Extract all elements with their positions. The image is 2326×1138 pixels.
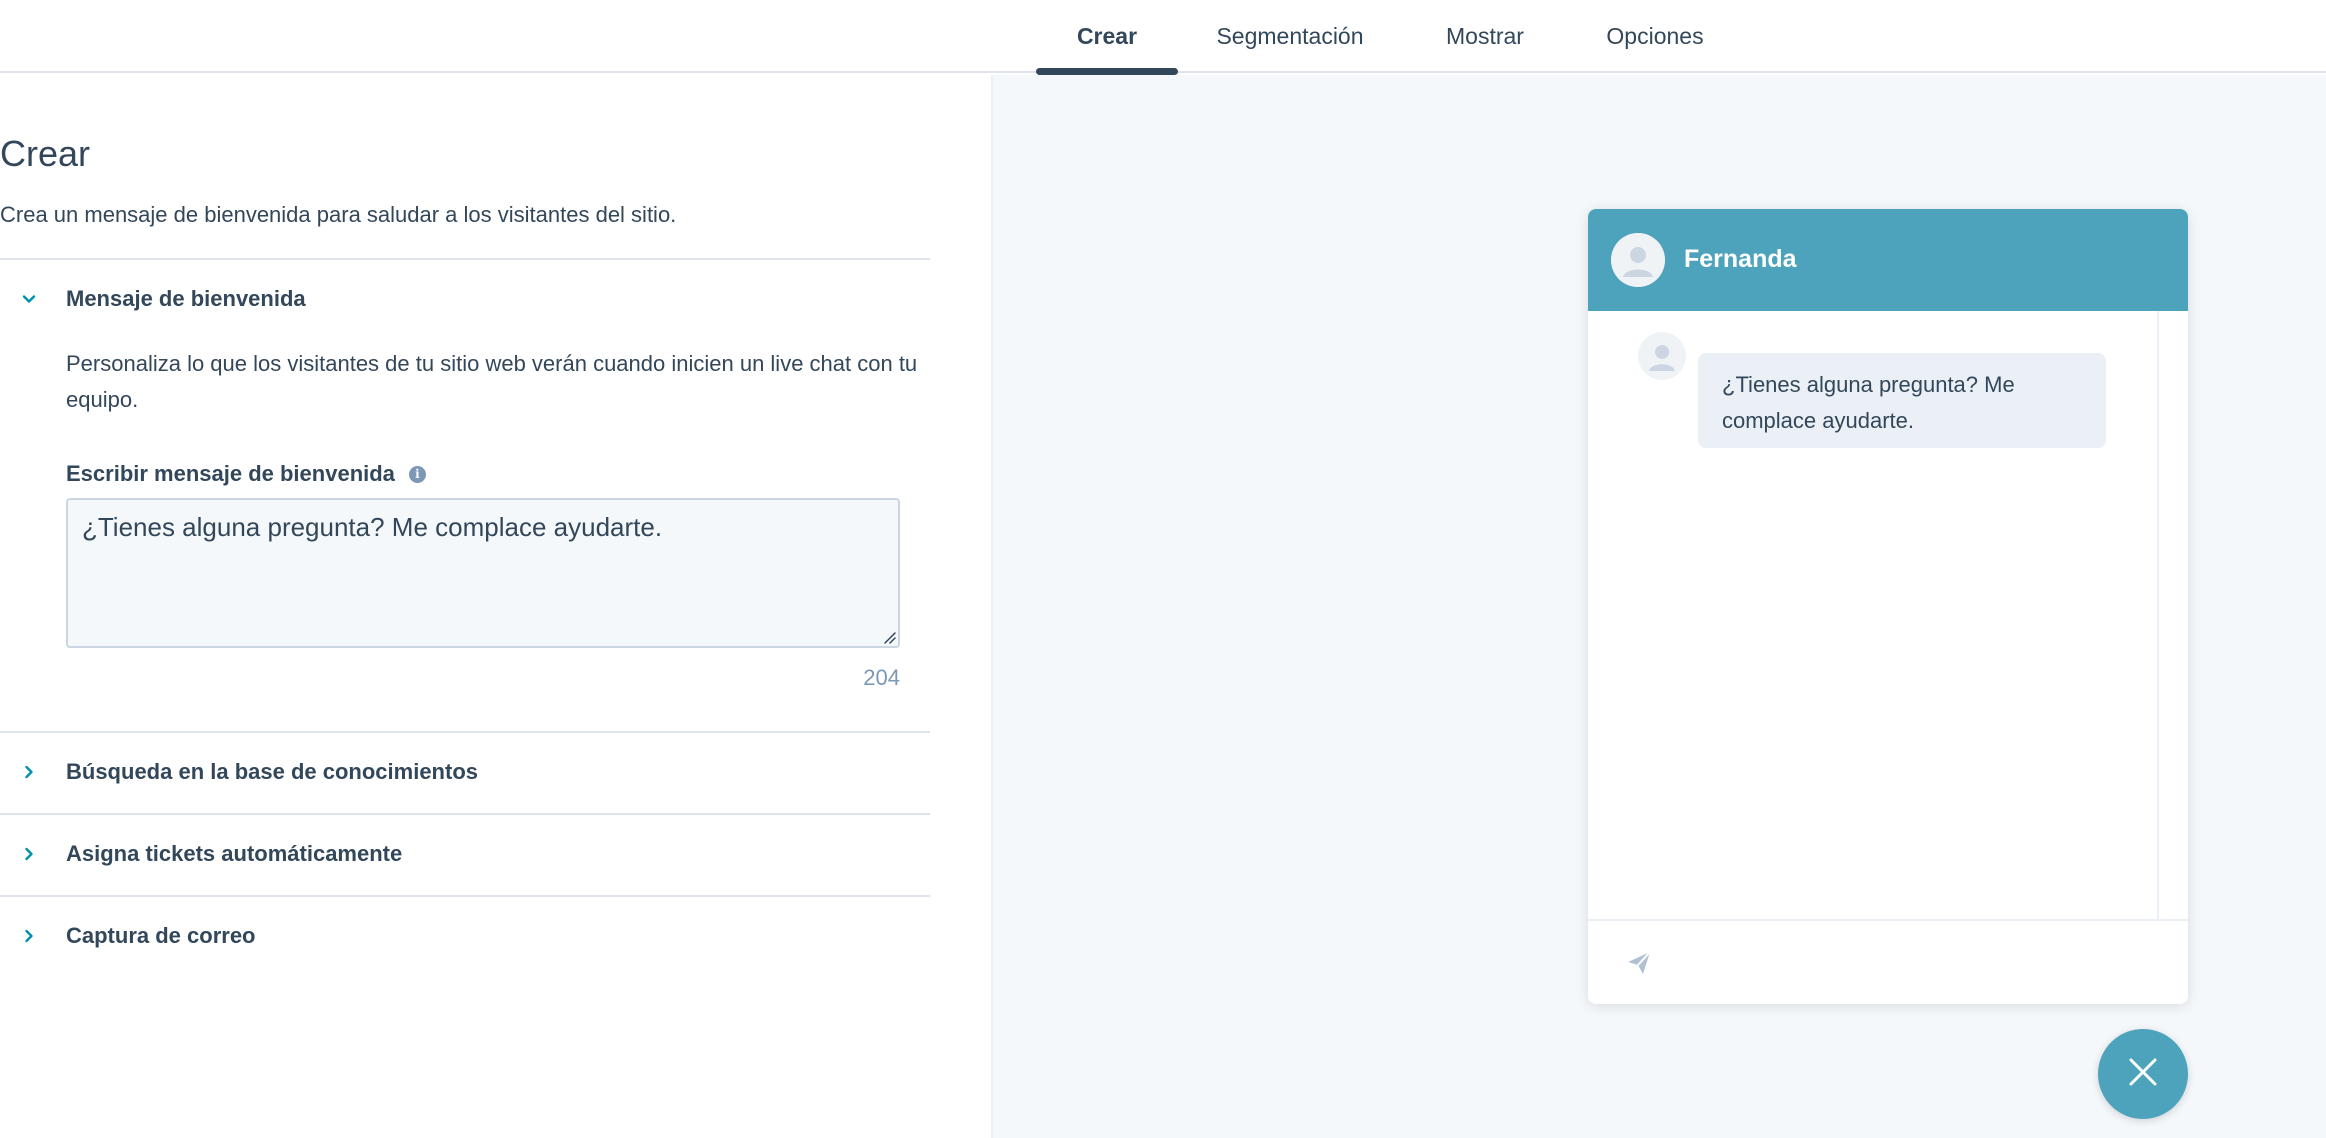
- editor-panel: Crear Crea un mensaje de bienvenida para…: [0, 75, 991, 1138]
- chat-widget-preview: Fernanda ¿Tienes alguna pregunta? Me com…: [1588, 209, 2188, 1004]
- page-title: Crear: [0, 133, 91, 174]
- character-count: 204: [863, 665, 900, 690]
- close-icon: [2128, 1057, 2158, 1092]
- section-title: Mensaje de bienvenida: [66, 286, 306, 311]
- chevron-right-icon: [22, 847, 36, 861]
- chat-scrollbar[interactable]: [2157, 311, 2159, 919]
- tab-mostrar[interactable]: Mostrar: [1430, 0, 1540, 73]
- close-chat-button[interactable]: [2098, 1029, 2188, 1119]
- section-title: Asigna tickets automáticamente: [66, 841, 403, 866]
- avatar-icon: [1638, 332, 1686, 380]
- section-header-asigna-tickets[interactable]: Asigna tickets automáticamente: [0, 814, 930, 894]
- chevron-down-icon: [22, 292, 36, 306]
- tab-segmentacion[interactable]: Segmentación: [1210, 0, 1370, 73]
- chat-message-bubble: ¿Tienes alguna pregunta? Me complace ayu…: [1698, 353, 2106, 448]
- section-header-mensaje-bienvenida[interactable]: Mensaje de bienvenida: [0, 259, 930, 339]
- section-header-captura-correo[interactable]: Captura de correo: [0, 896, 930, 976]
- info-icon[interactable]: i: [408, 465, 426, 483]
- tab-opciones[interactable]: Opciones: [1600, 0, 1710, 73]
- welcome-message-textarea[interactable]: ¿Tienes alguna pregunta? Me complace ayu…: [66, 498, 900, 648]
- chevron-right-icon: [22, 765, 36, 779]
- send-icon[interactable]: [1625, 949, 1653, 977]
- resize-handle-icon[interactable]: [882, 630, 896, 644]
- section-title: Búsqueda en la base de conocimientos: [66, 759, 478, 784]
- section-title: Captura de correo: [66, 923, 256, 948]
- chat-input-footer[interactable]: [1588, 919, 2188, 1004]
- top-tab-bar: Crear Segmentación Mostrar Opciones: [0, 0, 2326, 75]
- section-description: Personaliza lo que los visitantes de tu …: [66, 351, 918, 412]
- field-label-text: Escribir mensaje de bienvenida: [66, 461, 395, 486]
- avatar-icon: [1611, 233, 1665, 287]
- chevron-right-icon: [22, 929, 36, 943]
- agent-name: Fernanda: [1684, 245, 1797, 273]
- tab-crear[interactable]: Crear: [1036, 0, 1178, 75]
- page-description: Crea un mensaje de bienvenida para salud…: [0, 202, 677, 227]
- welcome-message-label: Escribir mensaje de bienvenida i: [66, 461, 426, 487]
- section-header-busqueda-base-conocimientos[interactable]: Búsqueda en la base de conocimientos: [0, 732, 930, 812]
- chat-header: Fernanda: [1588, 209, 2188, 311]
